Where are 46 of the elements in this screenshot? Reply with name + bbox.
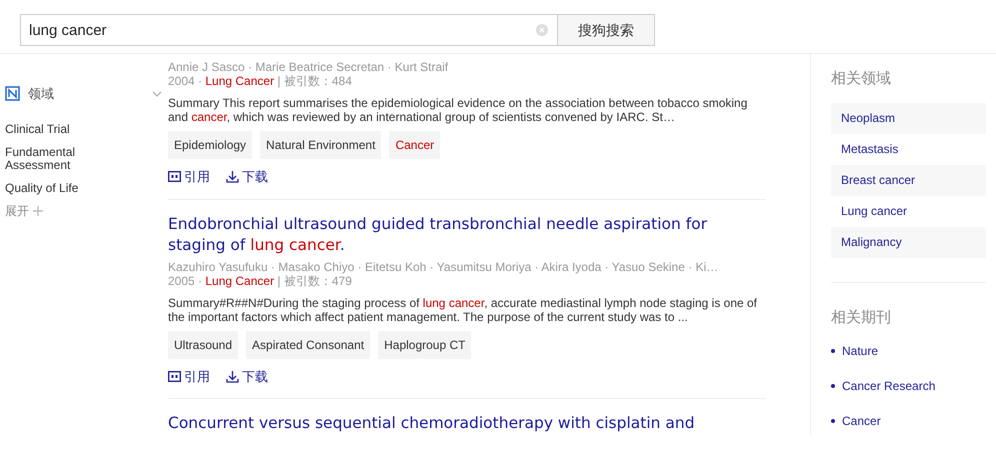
publication-info: 2005 · Lung Cancer | 被引数：479	[168, 274, 353, 288]
download-link[interactable]: 下载	[242, 366, 268, 386]
keyword-tag[interactable]: Cancer	[389, 131, 440, 159]
result-title[interactable]: Concurrent versus sequential chemoradiotherapy with cisplatin and	[168, 413, 766, 434]
search-field[interactable]: lung cancer	[20, 14, 558, 46]
category-heading: 领域	[28, 85, 55, 103]
category-link[interactable]: Fundamental Assessment	[5, 142, 95, 174]
journal-link[interactable]: Nature	[842, 342, 878, 360]
section-heading: 相关期刊	[831, 308, 892, 328]
bullet-icon	[831, 348, 835, 352]
journal-link[interactable]: Cancer Research	[842, 376, 936, 394]
related-field-link[interactable]: Malignancy	[831, 226, 986, 258]
clear-icon[interactable]	[536, 24, 548, 36]
chevron-down-icon[interactable]	[152, 90, 162, 97]
plus-icon[interactable]	[33, 206, 43, 216]
related-field-link[interactable]: Lung cancer	[831, 196, 986, 226]
download-icon	[226, 370, 239, 383]
section-heading: 相关领域	[831, 69, 892, 89]
download-link[interactable]: 下载	[242, 167, 268, 186]
keyword-tag[interactable]: Aspirated Consonant	[246, 330, 370, 358]
download-icon	[226, 170, 239, 184]
abstract-text: Summary This report summarises the epidemiological evidence on the association between tobacco smoking and cancer, which was reviewed by an international group of scientists convened by IARC. St…	[168, 96, 748, 124]
keyword-tag[interactable]: Epidemiology	[168, 131, 252, 159]
bullet-icon	[831, 418, 835, 422]
category-link[interactable]: Clinical Trial	[5, 120, 95, 138]
field-icon	[5, 86, 20, 102]
author-list: Kazuhiro Yasufuku · Masako Chiyo · Eitetsu Koh · Yasumitsu Moriya · Akira Iyoda · Yasuo Sekine · Ki…	[168, 260, 766, 274]
category-link[interactable]: Quality of Life	[5, 178, 95, 198]
related-field-link[interactable]: Neoplasm	[831, 102, 986, 134]
related-field-link[interactable]: Metastasis	[831, 134, 986, 164]
search-button[interactable]: 搜狗搜索	[558, 14, 655, 46]
related-field-link[interactable]: Breast cancer	[831, 164, 986, 196]
cite-link[interactable]: 引用	[184, 167, 210, 186]
expand-link[interactable]: 展开	[5, 202, 29, 220]
cite-link[interactable]: 引用	[184, 366, 210, 386]
journal-link[interactable]: Cancer	[842, 412, 881, 430]
bullet-icon	[831, 384, 835, 388]
keyword-tag[interactable]: Ultrasound	[168, 330, 238, 358]
quote-icon	[168, 370, 181, 382]
quote-icon	[168, 171, 181, 182]
keyword-tag[interactable]: Natural Environment	[260, 131, 382, 159]
publication-info: 2004 · Lung Cancer | 被引数：484	[168, 74, 353, 88]
abstract-text: Summary#R##N#During the staging process of lung cancer, accurate mediastinal lymph node staging is one of the important factors which affect patient management. The purpose of the current study was to ...	[168, 296, 758, 324]
result-title[interactable]: Endobronchial ultrasound guided transbronchial needle aspiration for staging of lung cancer.	[168, 214, 766, 256]
author-list: Annie J Sasco · Marie Beatrice Secretan · Kurt Straif	[168, 60, 766, 74]
keyword-tag[interactable]: Haplogroup CT	[378, 330, 472, 358]
